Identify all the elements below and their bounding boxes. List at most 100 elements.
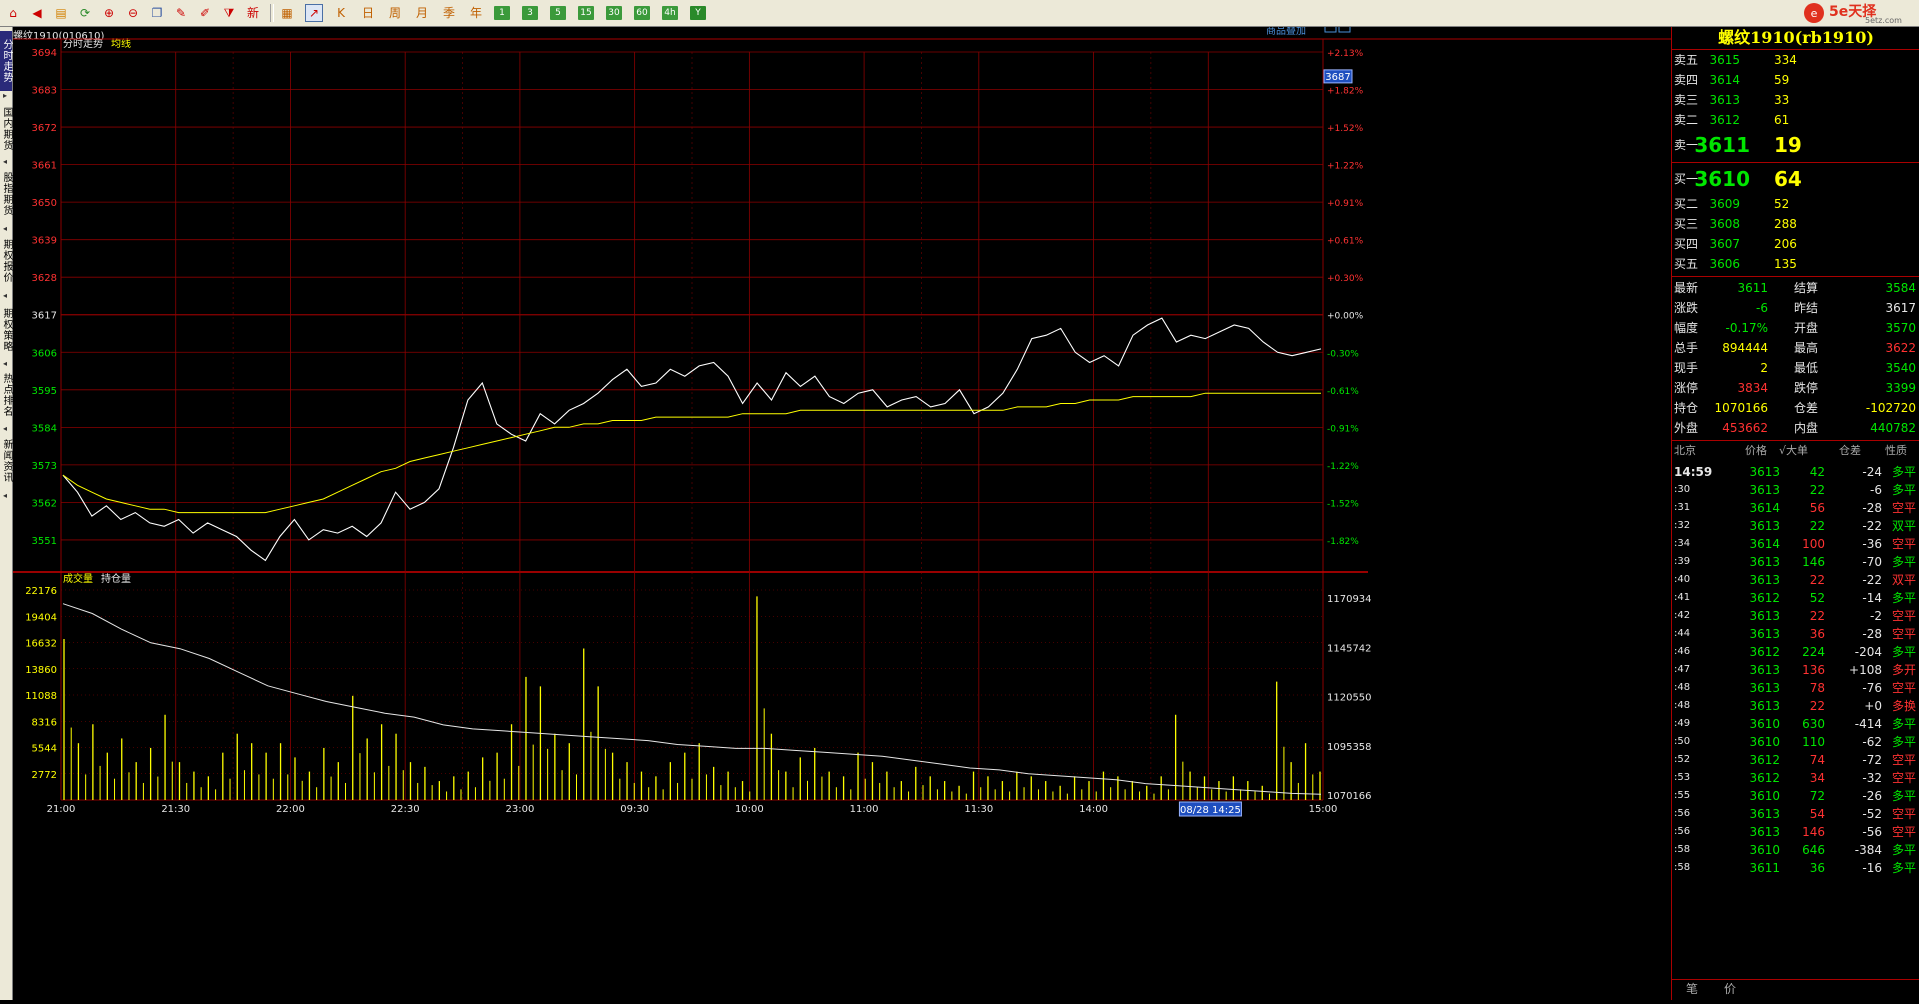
sidebar-item-6[interactable]: 新闻资讯 [0,431,12,491]
volume-tick: 22176 [25,586,57,597]
pct-tick: -1.22% [1327,462,1359,472]
bid-label: 买四 [1674,237,1699,251]
sidebar-item-3[interactable]: 期权报价 [0,231,12,291]
ask-volume: 334 [1774,53,1797,67]
oi-tick: 1120550 [1327,693,1372,704]
ask-label: 卖五 [1674,53,1699,67]
volume-tick: 16632 [25,639,57,650]
pct-tick: -0.61% [1327,387,1359,397]
stat-value: 3399 [1885,381,1916,395]
sidebar-arrow-icon[interactable]: ◂ [3,291,7,300]
filter-icon[interactable]: ⧩ [220,4,238,22]
stat-label: 总手 [1674,341,1699,355]
zoom-out-icon[interactable]: ⊖ [124,4,142,22]
bid-volume: 64 [1774,167,1802,191]
pct-tick: -1.52% [1327,499,1359,509]
pct-tick: +0.91% [1327,199,1364,209]
bid-label: 买二 [1674,197,1699,211]
tick-time: :58 [1674,862,1691,873]
brush-icon[interactable]: ✐ [196,4,214,22]
sidebar-arrow-icon[interactable]: ▸ [3,91,7,100]
stat-value: 1070166 [1714,401,1768,415]
oi-tab: 持仓量 [101,572,131,585]
price-tick: 3672 [32,123,57,134]
price-line [62,317,1322,562]
stat-value: 3611 [1737,281,1768,295]
period-button-60[interactable]: 60 [634,6,650,20]
stat-label: 涨停 [1674,381,1699,395]
price-tick: 3639 [32,236,57,247]
sidebar-item-4[interactable]: 期权策略 [0,301,12,359]
stat-row: 最新 3611 结算 3584 [1672,278,1919,298]
stat-row: 总手 894444 最高 3622 [1672,338,1919,358]
ticks-header-nature: 性质 [1885,444,1907,457]
price-tick: 3595 [32,386,57,397]
stat-label: 最新 [1674,281,1699,295]
period-button-5[interactable]: 5 [550,6,566,20]
season-icon[interactable]: 季 [440,4,458,22]
stat-value: 3834 [1737,381,1768,395]
year-icon[interactable]: 年 [467,4,485,22]
chart-area[interactable]: 螺纹1910(010610) 商品叠加 分时走势 均线 3694 +2.13% 3683 +1… [13,23,1671,1000]
volume-tick: 8316 [32,717,57,728]
window-icon[interactable]: ❐ [148,4,166,22]
stat-label: 最低 [1794,361,1819,375]
cursor-time-text: 08/28 14:25 [1180,805,1241,816]
price-tick: 3683 [32,86,57,97]
table-icon[interactable]: ▦ [278,4,296,22]
sidebar-item-1[interactable]: 国内期货 [0,101,12,157]
quote-panel: 螺纹1910(rb1910) 卖五 3615 334 卖四 3614 59 卖三 3613 33… [1671,27,1919,1000]
quote-title: 螺纹1910(rb1910) [1718,28,1874,47]
ask-price: 3612 [1709,113,1740,127]
panel-toggle-icon[interactable] [1338,23,1351,33]
intraday-chart[interactable]: 螺纹1910(010610) 商品叠加分时走势 均线3694 +2.13%3683 +1… [13,23,1671,1000]
period-button-1[interactable]: 1 [494,6,510,20]
period-button-30[interactable]: 30 [606,6,622,20]
period-button-4h[interactable]: 4h [662,6,678,20]
quote-bottom-tabs: 笔价 [1672,979,1919,1000]
period-button-3[interactable]: 3 [522,6,538,20]
new-icon[interactable]: 新 [244,4,262,22]
price-tick: 3617 [32,311,57,322]
kline-icon[interactable]: K [332,4,350,22]
ask-label: 卖三 [1674,93,1699,107]
month-icon[interactable]: 月 [413,4,431,22]
stat-label: 涨跌 [1674,301,1699,315]
zoom-in-icon[interactable]: ⊕ [100,4,118,22]
pct-tick: +1.22% [1327,162,1364,172]
sidebar-item-0[interactable]: 分时走势 [0,31,12,91]
logo-mark-icon: e 5e天择 5etz.com [1804,3,1902,25]
price-tick: 3650 [32,198,57,209]
time-tick: 09:30 [620,804,649,815]
bid-row: 买四 3607 206 [1672,234,1919,254]
quote-tab-0[interactable]: 笔 [1672,980,1712,999]
stat-value: 2 [1760,361,1768,375]
sidebar-item-2[interactable]: 股指期货 [0,164,12,224]
ask-row: 卖五 3615 334 [1672,50,1919,70]
ask-price: 3614 [1709,73,1740,87]
back-icon[interactable]: ◀ [28,4,46,22]
stat-value: 894444 [1722,341,1768,355]
book-icon[interactable]: ▤ [52,4,70,22]
stat-label: 最高 [1794,341,1819,355]
sidebar-arrow-icon[interactable]: ◂ [3,491,7,500]
volume-tick: 5544 [32,744,57,755]
day-icon[interactable]: 日 [359,4,377,22]
chart-line-icon[interactable]: ↗ [305,4,323,22]
week-icon[interactable]: 周 [386,4,404,22]
overlay-link[interactable]: 商品叠加 [1266,24,1306,37]
refresh-icon[interactable]: ⟳ [76,4,94,22]
period-button-15[interactable]: 15 [578,6,594,20]
home-icon[interactable]: ⌂ [4,4,22,22]
bid-label: 买三 [1674,217,1699,231]
panel-toggle-icon[interactable] [1324,23,1337,33]
oi-tick: 1095358 [1327,742,1372,753]
pen-icon[interactable]: ✎ [172,4,190,22]
pct-tick: -1.82% [1327,537,1359,547]
ticks-header-bigvol: √大单 [1779,444,1809,457]
stat-value: -102720 [1865,401,1916,415]
stat-row: 幅度 -0.17% 开盘 3570 [1672,318,1919,338]
sidebar-item-5[interactable]: 热点排名 [0,366,12,424]
quote-tab-1[interactable]: 价 [1710,980,1750,999]
period-button-Y[interactable]: Y [690,6,706,20]
